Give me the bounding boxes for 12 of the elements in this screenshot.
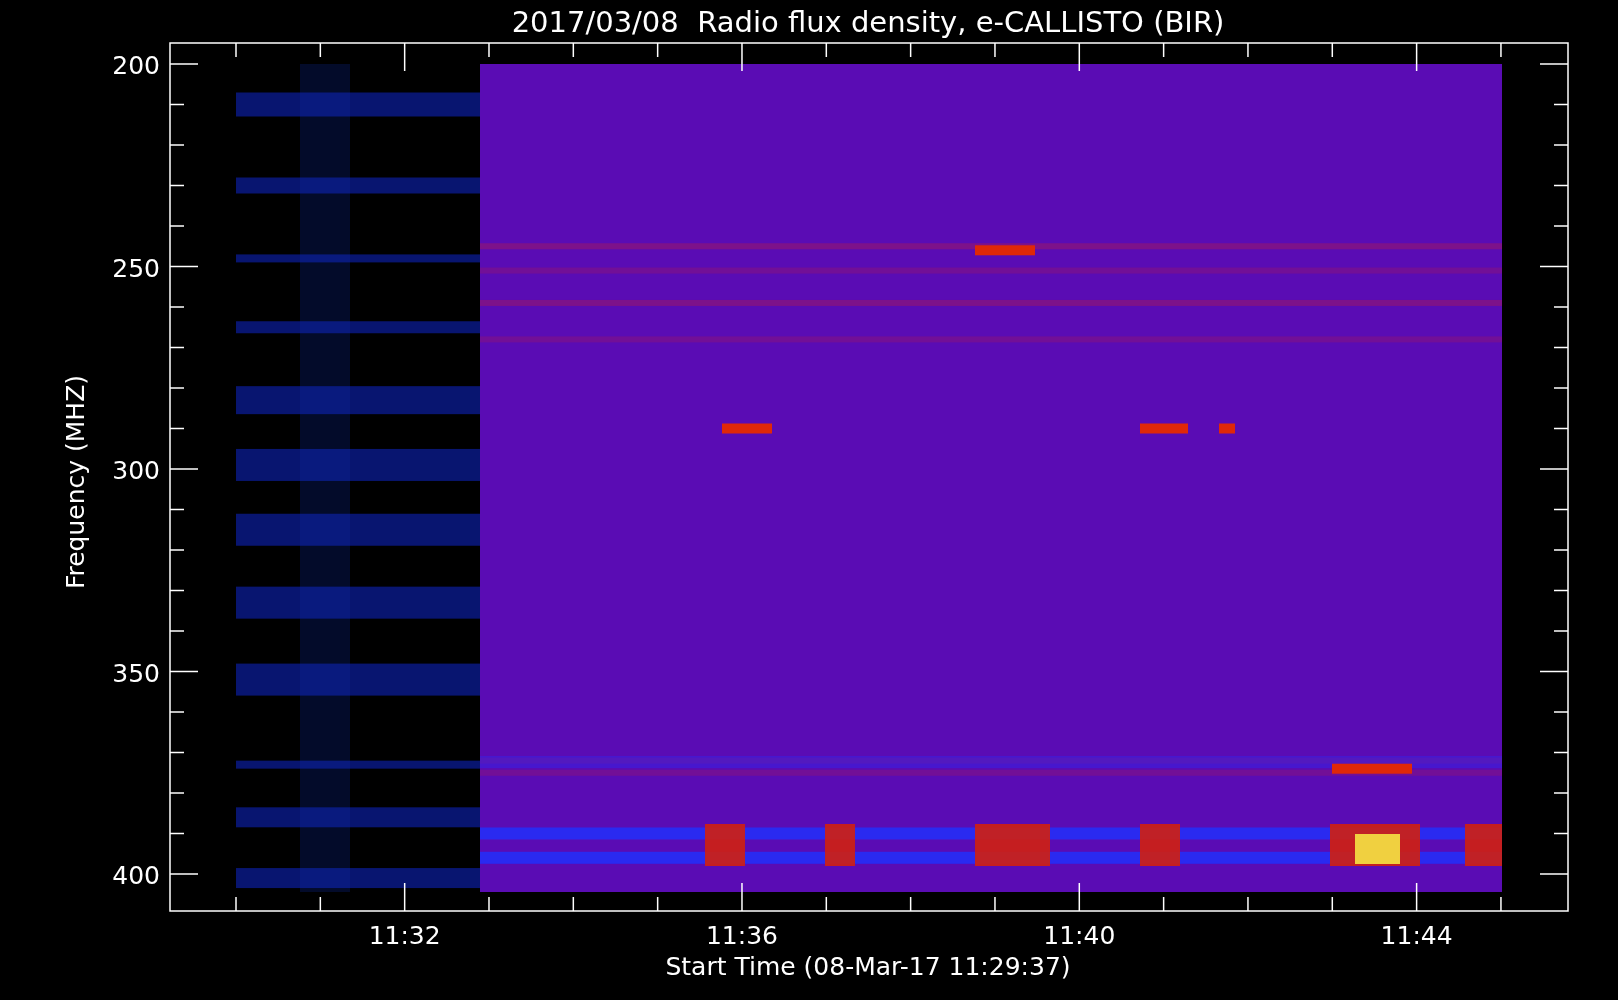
x-tick-label: 11:40 [1043,921,1116,950]
x-tick-label: 11:32 [368,921,441,950]
chart-title: 2017/03/08 Radio flux density, e-CALLISTO (BIR) [511,5,1225,39]
x-tick-label: 11:44 [1380,921,1453,950]
y-tick-label: 400 [112,861,160,890]
x-axis-label: Start Time (08-Mar-17 11:29:37) [665,952,1071,981]
y-tick-label: 300 [112,456,160,485]
x-tick-label: 11:36 [705,921,778,950]
y-tick-label: 250 [112,253,160,283]
y-axis-label: Frequency (MHZ) [61,374,90,590]
y-tick-label: 350 [112,658,160,688]
y-tick-label: 200 [112,51,160,80]
